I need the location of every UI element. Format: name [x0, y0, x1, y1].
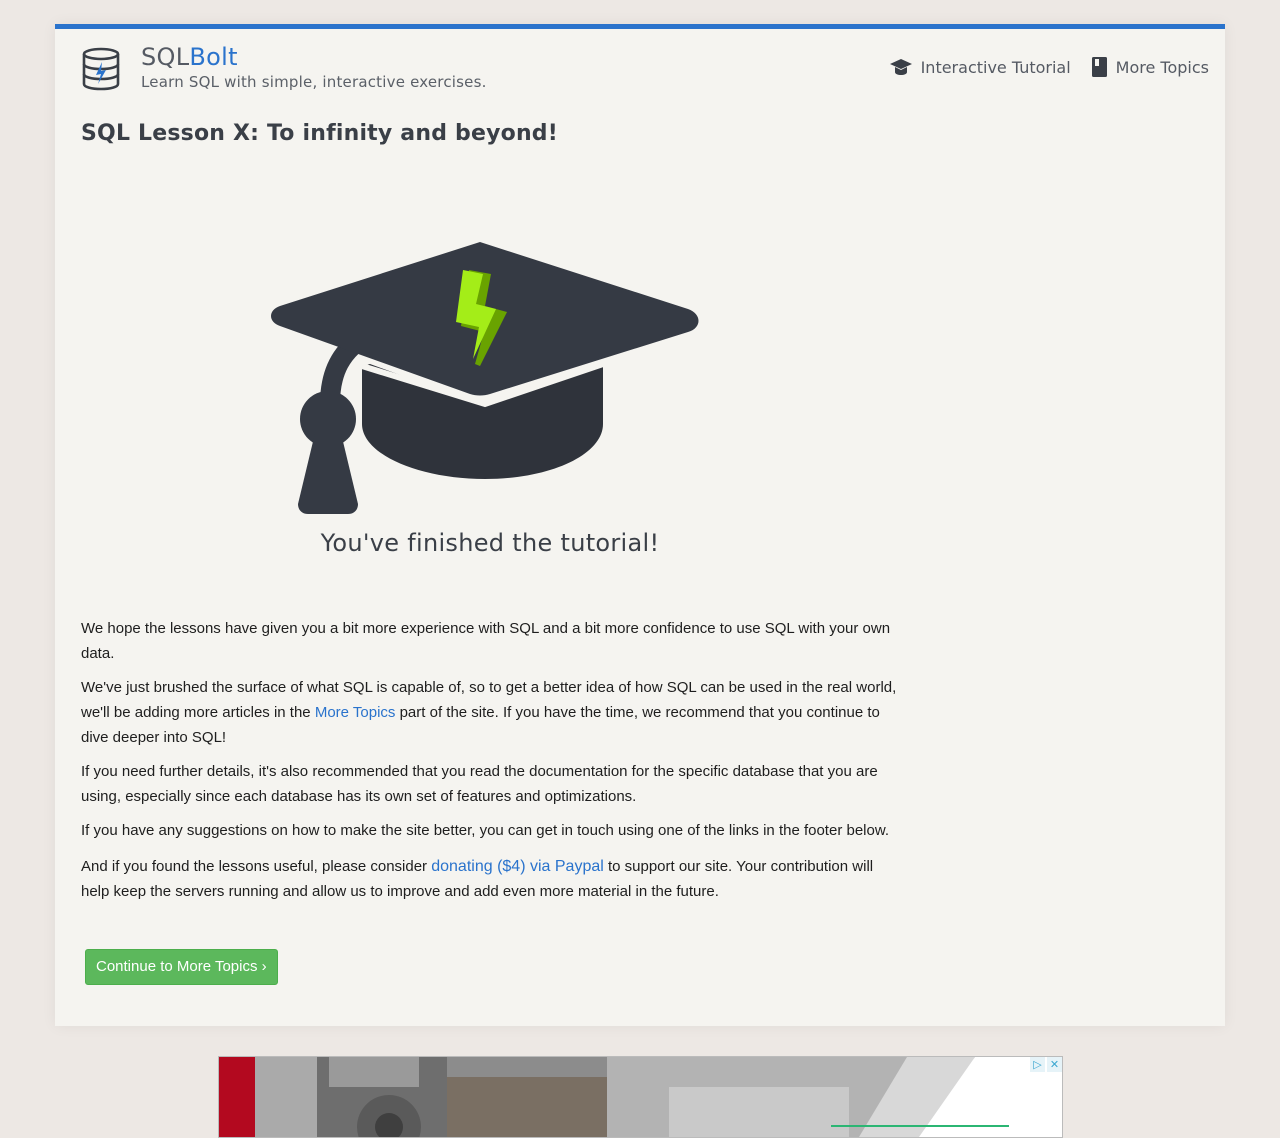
paragraph-4: If you have any suggestions on how to ma…: [81, 822, 890, 839]
lesson-title: SQL Lesson X: To infinity and beyond!: [81, 121, 558, 146]
ad-choices-icon[interactable]: ▷: [1030, 1057, 1045, 1072]
ad-close-icon[interactable]: ✕: [1047, 1057, 1062, 1072]
paragraph-1: We hope the lessons have given you a bit…: [81, 620, 891, 662]
ad-controls: ▷ ✕: [1030, 1057, 1062, 1072]
paragraph-2: We've just brushed the surface of what S…: [81, 675, 901, 750]
top-navigation: Interactive Tutorial More Topics: [889, 57, 1209, 77]
graduation-cap-icon: [889, 59, 912, 75]
paragraph-3: If you need further details, it's also r…: [81, 763, 878, 805]
nav-interactive-tutorial-label: Interactive Tutorial: [920, 57, 1071, 77]
lesson-content: We hope the lessons have given you a bit…: [81, 616, 901, 913]
page-container: SQLBolt Learn SQL with simple, interacti…: [55, 24, 1225, 1026]
brand-prefix: SQL: [141, 43, 190, 71]
nav-more-topics[interactable]: More Topics: [1091, 57, 1209, 77]
advertisement-banner[interactable]: ▷ ✕: [218, 1056, 1063, 1138]
brand-accent: Bolt: [189, 43, 238, 71]
nav-interactive-tutorial[interactable]: Interactive Tutorial: [889, 57, 1071, 77]
site-brand[interactable]: SQLBolt: [141, 43, 238, 71]
donate-paypal-link[interactable]: donating ($4) via Paypal: [431, 858, 604, 875]
nav-more-topics-label: More Topics: [1115, 57, 1209, 77]
book-icon: [1091, 57, 1107, 77]
site-tagline: Learn SQL with simple, interactive exerc…: [141, 73, 487, 91]
ad-image: [219, 1057, 1062, 1137]
paragraph-5: And if you found the lessons useful, ple…: [81, 854, 901, 904]
more-topics-link[interactable]: More Topics: [315, 704, 396, 721]
finished-heading: You've finished the tutorial!: [320, 529, 660, 557]
site-header: SQLBolt Learn SQL with simple, interacti…: [55, 29, 1225, 109]
paragraph-5-text-a: And if you found the lessons useful, ple…: [81, 858, 432, 875]
continue-more-topics-button[interactable]: Continue to More Topics ›: [85, 949, 278, 985]
database-bolt-logo-icon[interactable]: [81, 47, 121, 91]
graduation-cap-illustration-icon: [271, 242, 699, 514]
